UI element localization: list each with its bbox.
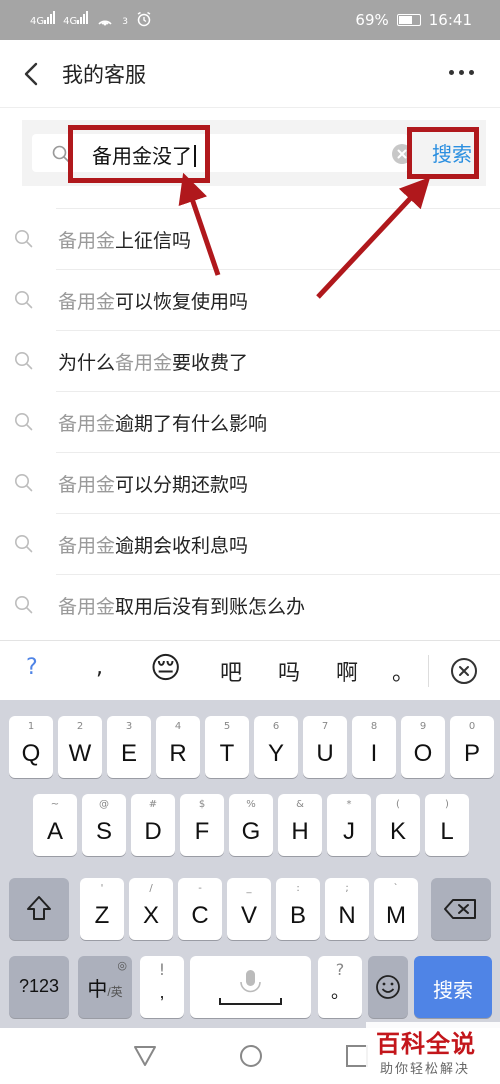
- suggestion-text: 备用金逾期了有什么影响: [58, 413, 268, 435]
- key-a[interactable]: ~ A: [33, 794, 77, 856]
- search-icon: [15, 474, 33, 492]
- key-r[interactable]: 4R: [156, 716, 200, 778]
- watermark-title: 百科全说: [376, 1030, 476, 1058]
- key-k[interactable]: (K: [376, 794, 420, 856]
- suggestion-item[interactable]: 备用金逾期了有什么影响: [15, 391, 500, 452]
- key-z[interactable]: ' Z: [80, 878, 124, 940]
- candidate-ba[interactable]: 吧: [220, 655, 242, 687]
- candidate-divider: [428, 655, 429, 687]
- candidate-a[interactable]: 啊: [336, 655, 358, 687]
- key-j[interactable]: * J: [327, 794, 371, 856]
- key-d[interactable]: # D: [131, 794, 175, 856]
- shift-key[interactable]: [9, 878, 69, 940]
- signal-icon: [44, 10, 56, 24]
- exclaim-comma-key[interactable]: !,: [140, 956, 184, 1018]
- emoji-icon: [376, 975, 400, 999]
- backspace-icon: [444, 899, 476, 919]
- key-h[interactable]: & H: [278, 794, 322, 856]
- key-x[interactable]: / X: [129, 878, 173, 940]
- suggestion-text: 备用金可以恢复使用吗: [58, 291, 249, 313]
- close-candidates-icon[interactable]: [451, 658, 477, 684]
- suggestion-item[interactable]: 备用金可以分期还款吗: [15, 452, 500, 513]
- highlight-box-search-input: [68, 125, 210, 183]
- hotspot-count: 3: [122, 17, 128, 27]
- network-type-1: 4G: [30, 16, 45, 27]
- nav-home-icon[interactable]: [236, 1041, 266, 1071]
- candidate-emoji[interactable]: 😔: [150, 651, 181, 686]
- suggestion-item[interactable]: 备用金取用后没有到账怎么办: [15, 574, 500, 635]
- search-icon: [15, 291, 33, 309]
- enter-search-key[interactable]: 搜索: [414, 956, 492, 1018]
- suggestion-text: 备用金可以分期还款吗: [58, 474, 249, 496]
- nav-back-icon[interactable]: [130, 1041, 160, 1071]
- suggestion-item[interactable]: 为什么备用金要收费了: [15, 330, 500, 391]
- search-icon: [15, 413, 33, 431]
- key-v[interactable]: _ V: [227, 878, 271, 940]
- key-f[interactable]: $ F: [180, 794, 224, 856]
- key-t[interactable]: 5T: [205, 716, 249, 778]
- battery-icon: [396, 14, 421, 26]
- numbers-key[interactable]: ?123: [9, 956, 69, 1018]
- status-left: 4G 4G 3: [30, 10, 152, 27]
- watermark: 百科全说 助你轻松解决: [366, 1022, 500, 1084]
- page-title: 我的客服: [62, 63, 146, 87]
- key-e[interactable]: 3E: [107, 716, 151, 778]
- status-bar: 4G 4G 3 69% 16:41: [0, 0, 500, 40]
- key-w[interactable]: 2W: [58, 716, 102, 778]
- backspace-key[interactable]: [431, 878, 491, 940]
- key-y[interactable]: 6Y: [254, 716, 298, 778]
- search-icon: [15, 352, 33, 370]
- shift-icon: [27, 896, 51, 920]
- suggestion-list: 备用金上征信吗 备用金可以恢复使用吗 为什么备用金要收费了 备用金逾期了有什么影…: [0, 208, 500, 635]
- emoji-key[interactable]: [368, 956, 408, 1018]
- candidate-question[interactable]: ?: [26, 655, 38, 680]
- signal-icon: [77, 10, 89, 24]
- search-icon: [15, 230, 33, 248]
- clock: 16:41: [428, 11, 472, 29]
- key-o[interactable]: 9O: [401, 716, 445, 778]
- suggestion-text: 备用金逾期会收利息吗: [58, 535, 249, 557]
- search-icon: [15, 596, 33, 614]
- question-period-key[interactable]: ?。: [318, 956, 362, 1018]
- back-arrow-icon[interactable]: [18, 60, 46, 88]
- ime-candidate-bar: ? , 😔 吧 吗 啊 。: [0, 640, 500, 700]
- signal-4g-1: 4G: [30, 10, 56, 27]
- key-m[interactable]: ` M: [374, 878, 418, 940]
- key-i[interactable]: 8I: [352, 716, 396, 778]
- search-icon: [15, 535, 33, 553]
- suggestion-item[interactable]: 备用金逾期会收利息吗: [15, 513, 500, 574]
- status-right: 69% 16:41: [355, 11, 472, 29]
- space-key[interactable]: [190, 956, 311, 1018]
- key-n[interactable]: ; N: [325, 878, 369, 940]
- key-c[interactable]: -C: [178, 878, 222, 940]
- hotspot-icon: [98, 20, 112, 26]
- language-switch-key[interactable]: ◎ 中/英: [78, 956, 132, 1018]
- suggestion-text: 备用金取用后没有到账怎么办: [58, 596, 306, 618]
- key-g[interactable]: % G: [229, 794, 273, 856]
- signal-4g-2: 4G: [63, 10, 89, 27]
- key-s[interactable]: @ S: [82, 794, 126, 856]
- soft-keyboard: 1Q 2W 3E 4R 5T 6Y 7U 8I 9O 0P ~ A @ S # D $…: [0, 700, 500, 1028]
- globe-icon: ◎: [117, 959, 127, 972]
- watermark-subtitle: 助你轻松解决: [380, 1062, 471, 1077]
- key-b[interactable]: :B: [276, 878, 320, 940]
- highlight-box-search-button: [407, 127, 479, 179]
- suggestion-text: 为什么备用金要收费了: [58, 352, 249, 374]
- suggestion-text: 备用金上征信吗: [58, 230, 192, 252]
- key-q[interactable]: 1Q: [9, 716, 53, 778]
- network-type-2: 4G: [63, 16, 78, 27]
- microphone-icon: [219, 970, 282, 1005]
- suggestion-item[interactable]: 备用金上征信吗: [15, 208, 500, 269]
- alarm-icon: [137, 11, 151, 27]
- app-header: 我的客服: [0, 40, 500, 108]
- battery-percent: 69%: [355, 11, 389, 29]
- candidate-period[interactable]: 。: [392, 655, 414, 687]
- candidate-ma[interactable]: 吗: [278, 655, 300, 687]
- more-options-icon[interactable]: [449, 70, 474, 75]
- key-u[interactable]: 7U: [303, 716, 347, 778]
- candidate-comma[interactable]: ,: [96, 655, 103, 680]
- suggestion-item[interactable]: 备用金可以恢复使用吗: [15, 269, 500, 330]
- key-p[interactable]: 0P: [450, 716, 494, 778]
- key-l[interactable]: ) L: [425, 794, 469, 856]
